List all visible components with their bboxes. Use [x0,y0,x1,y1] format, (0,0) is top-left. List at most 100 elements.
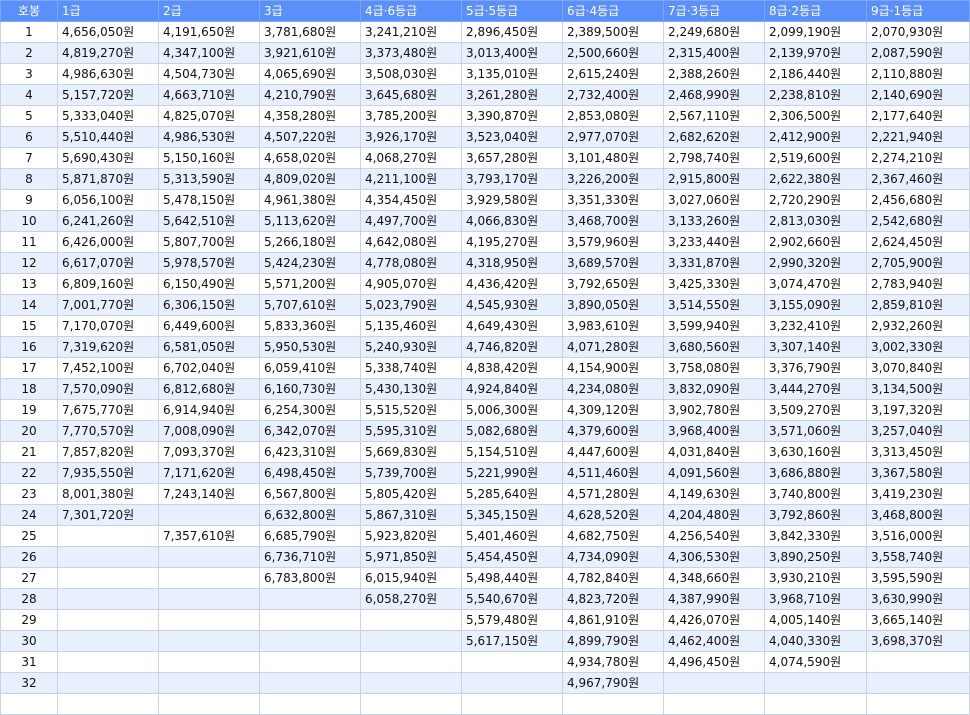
salary-cell: 2,624,450원 [866,231,970,253]
salary-cell: 5,617,150원 [461,630,563,652]
table-row: 23 8,001,380원 7,243,140원 6,567,800원 5,805,42… [0,483,970,505]
salary-cell: 3,657,280원 [461,147,563,169]
step-number-cell: 4 [0,84,58,106]
salary-cell [360,651,462,673]
table-row: 15 7,170,070원 6,449,600원 5,833,360원 5,135,46… [0,315,970,337]
salary-cell [360,693,462,715]
salary-cell: 2,615,240원 [562,63,664,85]
salary-cell: 7,008,090원 [158,420,260,442]
table-row: 14 7,001,770원 6,306,150원 5,707,610원 5,023,79… [0,294,970,316]
salary-cell: 2,070,930원 [866,21,970,43]
salary-cell [259,693,361,715]
salary-cell: 3,307,140원 [764,336,867,358]
salary-cell: 4,899,790원 [562,630,664,652]
salary-cell [57,567,159,589]
step-number-cell: 26 [0,546,58,568]
salary-cell: 6,702,040원 [158,357,260,379]
salary-cell: 3,599,940원 [663,315,765,337]
table-row: 8 5,871,870원 5,313,590원 4,809,020원 4,211,100… [0,168,970,190]
salary-cell: 5,669,830원 [360,441,462,463]
salary-cell: 2,140,690원 [866,84,970,106]
salary-cell: 7,243,140원 [158,483,260,505]
salary-cell: 7,171,620원 [158,462,260,484]
salary-cell [158,651,260,673]
salary-cell [158,609,260,631]
salary-cell: 5,515,520원 [360,399,462,421]
salary-cell: 5,805,420원 [360,483,462,505]
table-row: 16 7,319,620원 6,581,050원 5,950,530원 5,240,93… [0,336,970,358]
table-row: 32 4,967,790원 [0,672,970,694]
salary-cell: 5,923,820원 [360,525,462,547]
table-row: 26 6,736,710원 5,971,850원 5,454,450원 4,734,09… [0,546,970,568]
salary-cell: 5,023,790원 [360,294,462,316]
salary-cell: 6,254,300원 [259,399,361,421]
salary-cell: 3,983,610원 [562,315,664,337]
salary-cell: 3,508,030원 [360,63,462,85]
salary-cell: 3,686,880원 [764,462,867,484]
salary-cell: 3,367,580원 [866,462,970,484]
salary-cell: 6,342,070원 [259,420,361,442]
table-row: 9 6,056,100원 5,478,150원 4,961,380원 4,354,450… [0,189,970,211]
salary-cell: 4,354,450원 [360,189,462,211]
salary-cell: 4,545,930원 [461,294,563,316]
salary-cell: 5,135,460원 [360,315,462,337]
step-number-cell: 2 [0,42,58,64]
salary-cell: 2,622,380원 [764,168,867,190]
salary-cell: 6,809,160원 [57,273,159,295]
salary-cell: 5,338,740원 [360,357,462,379]
salary-cell: 3,013,400원 [461,42,563,64]
salary-cell: 4,819,270원 [57,42,159,64]
salary-cell: 2,186,440원 [764,63,867,85]
step-number-cell: 17 [0,357,58,379]
salary-cell: 5,642,510원 [158,210,260,232]
step-number-cell: 8 [0,168,58,190]
salary-cell: 2,813,030원 [764,210,867,232]
salary-cell [259,651,361,673]
salary-cell: 3,233,440원 [663,231,765,253]
salary-cell: 4,924,840원 [461,378,563,400]
salary-cell: 5,157,720원 [57,84,159,106]
step-number-cell: 5 [0,105,58,127]
step-number-cell: 7 [0,147,58,169]
table-row: 6 5,510,440원 4,986,530원 4,507,220원 3,926,170… [0,126,970,148]
salary-cell: 3,890,050원 [562,294,664,316]
salary-cell: 4,967,790원 [562,672,664,694]
salary-cell: 2,783,940원 [866,273,970,295]
salary-cell: 4,682,750원 [562,525,664,547]
salary-cell: 2,221,940원 [866,126,970,148]
salary-cell: 3,926,170원 [360,126,462,148]
salary-cell: 4,191,650원 [158,21,260,43]
salary-cell: 2,977,070원 [562,126,664,148]
salary-cell: 4,210,790원 [259,84,361,106]
salary-cell: 4,149,630원 [663,483,765,505]
step-number-cell: 15 [0,315,58,337]
step-number-cell: 27 [0,567,58,589]
salary-cell: 4,986,530원 [158,126,260,148]
salary-cell: 3,070,840원 [866,357,970,379]
salary-cell: 6,306,150원 [158,294,260,316]
salary-cell: 3,468,700원 [562,210,664,232]
salary-cell: 2,853,080원 [562,105,664,127]
salary-cell: 5,690,430원 [57,147,159,169]
table-row: 5 5,333,040원 4,825,070원 4,358,280원 3,785,200… [0,105,970,127]
salary-cell: 7,170,070원 [57,315,159,337]
salary-cell: 6,617,070원 [57,252,159,274]
salary-cell: 5,285,640원 [461,483,563,505]
salary-cell: 4,211,100원 [360,168,462,190]
salary-cell: 2,682,620원 [663,126,765,148]
salary-cell: 2,896,450원 [461,21,563,43]
salary-cell: 4,986,630원 [57,63,159,85]
salary-cell: 4,663,710원 [158,84,260,106]
salary-cell: 3,689,570원 [562,252,664,274]
column-header-grade-6: 6급·4등급 [562,0,664,22]
salary-cell: 5,739,700원 [360,462,462,484]
salary-cell: 3,468,800원 [866,504,970,526]
salary-cell: 3,630,160원 [764,441,867,463]
salary-cell: 5,424,230원 [259,252,361,274]
salary-cell: 3,740,800원 [764,483,867,505]
salary-cell [562,693,664,715]
table-row: 22 7,935,550원 7,171,620원 6,498,450원 5,739,70… [0,462,970,484]
salary-cell: 4,628,520원 [562,504,664,526]
step-number-cell: 19 [0,399,58,421]
salary-cell: 2,388,260원 [663,63,765,85]
